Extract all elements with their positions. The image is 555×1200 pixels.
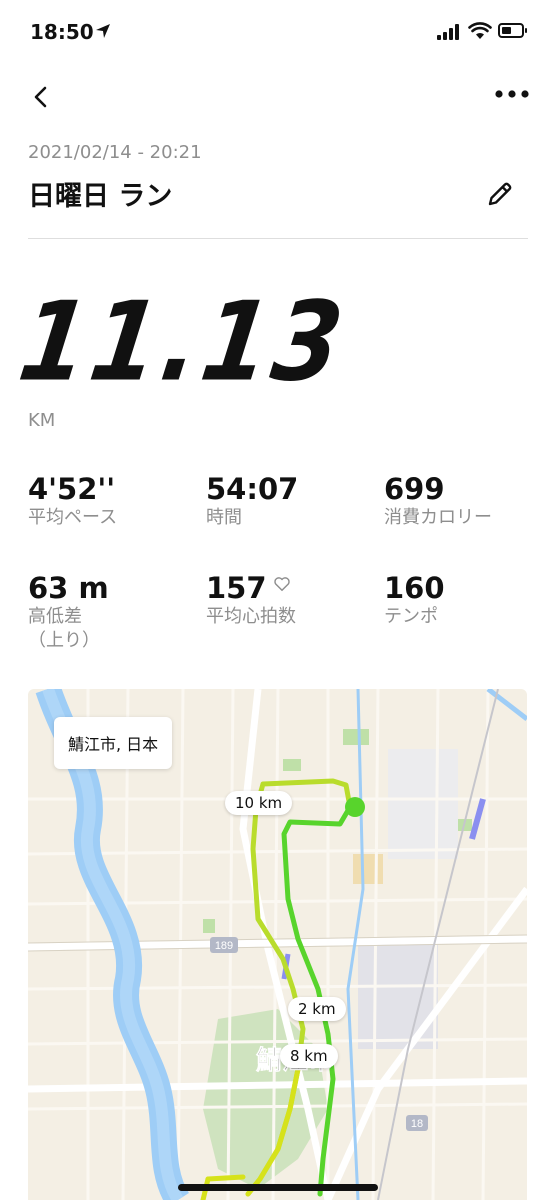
more-options-icon[interactable] (494, 82, 530, 106)
stat-label: 消費カロリー (384, 507, 492, 528)
edit-pencil-icon[interactable] (484, 178, 516, 210)
rail-station (469, 798, 486, 840)
stat-label: 平均心拍数 (206, 606, 296, 627)
stat-duration: 54:07 時間 (206, 472, 298, 530)
location-arrow-icon (96, 24, 110, 38)
stat-label: 時間 (206, 507, 242, 528)
battery-icon (498, 23, 527, 38)
back-chevron-icon[interactable] (26, 82, 56, 112)
activity-datetime: 2021/02/14 - 20:21 (28, 142, 202, 163)
stat-calories: 699 消費カロリー (384, 472, 492, 530)
stat-value: 157 (206, 571, 267, 605)
road-shield-label: 189 (215, 940, 233, 952)
route-map[interactable]: 189 18 鯖江市 鯖江市, 日本 10 km 2 km 8 km (28, 689, 527, 1200)
status-time: 18:50 (30, 20, 94, 44)
stat-cadence: 160 テンポ (384, 571, 445, 629)
activity-title: 日曜日 ラン (28, 181, 173, 212)
road-shield-label: 18 (411, 1118, 423, 1130)
km-marker: 8 km (280, 1044, 338, 1068)
park-area (203, 919, 215, 933)
building-block (358, 939, 438, 1049)
route-start-marker (345, 797, 365, 817)
stat-value: 160 (384, 571, 445, 605)
status-bar: 18:50 (0, 0, 555, 66)
km-marker: 10 km (225, 791, 293, 815)
distance-value: 11.13 (12, 278, 354, 406)
park-area (283, 759, 301, 771)
facility-area (353, 854, 383, 884)
stat-label: 高低差 （上り） (28, 606, 100, 651)
stat-value: 4'52'' (28, 472, 116, 506)
stat-value: 63 m (28, 571, 109, 605)
distance-unit: KM (28, 410, 56, 431)
wifi-icon (468, 22, 492, 39)
building-block (388, 749, 458, 859)
km-marker: 2 km (288, 997, 346, 1021)
stat-value: 54:07 (206, 472, 299, 506)
stat-elevation-gain: 63 m 高低差 （上り） (28, 571, 109, 653)
stat-label: 平均ペース (28, 507, 118, 528)
park-area (203, 1009, 328, 1189)
location-label: 鯖江市, 日本 (54, 717, 173, 769)
heart-icon (273, 577, 290, 592)
signal-icon (437, 24, 459, 40)
stat-value: 699 (384, 472, 445, 506)
park-area (343, 729, 369, 745)
stat-avg-pace: 4'52'' 平均ペース (28, 472, 117, 530)
header-divider (28, 238, 528, 239)
stat-label: テンポ (384, 606, 438, 627)
stat-avg-heart-rate: 157 平均心拍数 (206, 571, 296, 629)
home-indicator[interactable] (178, 1184, 378, 1191)
